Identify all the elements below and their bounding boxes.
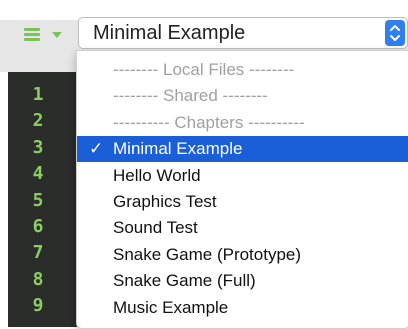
select-stepper-icon[interactable] [385, 20, 405, 46]
checkmark-icon: ✓ [89, 139, 104, 159]
menu-section-header: ---------- Chapters ---------- [77, 110, 408, 136]
menu-section-header: -------- Local Files -------- [77, 57, 408, 83]
menu-item-label: Hello World [113, 165, 201, 185]
menu-item-label: Sound Test [113, 218, 198, 238]
file-select-value: Minimal Example [93, 22, 246, 44]
menu-item-label: Music Example [113, 297, 229, 317]
menu-item[interactable]: Music Example [77, 295, 408, 321]
line-number: 9 [32, 295, 44, 317]
line-number: 6 [32, 216, 44, 237]
line-number: 5 [32, 189, 44, 211]
menu-item[interactable]: Sound Test [77, 215, 408, 241]
menu-item-label: -------- Shared -------- [113, 86, 268, 106]
file-select[interactable]: Minimal Example [78, 17, 408, 49]
menu-item-label: Snake Game (Prototype) [113, 244, 302, 264]
menu-item-label: Graphics Test [113, 192, 217, 211]
menu-item-label: ---------- Chapters ---------- [113, 112, 305, 132]
line-number: 2 [32, 110, 44, 132]
chevron-down-icon[interactable] [52, 32, 62, 38]
menu-item-label: Snake Game (Full) [113, 271, 256, 291]
line-number: 7 [32, 242, 44, 264]
menu-icon[interactable] [24, 28, 44, 42]
menu-item[interactable]: Snake Game (Prototype) [77, 242, 408, 268]
menu-item[interactable]: Graphics Test [77, 189, 408, 215]
menu-item[interactable]: Hello World [77, 163, 408, 189]
menu-section-header: -------- Shared -------- [77, 83, 408, 109]
line-number: 1 [32, 84, 44, 105]
line-number: 8 [32, 268, 44, 290]
menu-item[interactable]: ✓ Minimal Example [77, 136, 408, 163]
file-dropdown-menu: -------- Local Files -------- -------- Sh… [76, 50, 408, 329]
menu-item-label: Minimal Example [113, 139, 243, 159]
menu-item-label: -------- Local Files -------- [113, 60, 295, 79]
line-number: 3 [32, 136, 44, 158]
line-number-gutter: 1 2 3 4 5 6 7 8 9 [8, 72, 68, 327]
menu-item[interactable]: Snake Game (Full) [77, 268, 408, 294]
line-number: 4 [32, 163, 44, 185]
